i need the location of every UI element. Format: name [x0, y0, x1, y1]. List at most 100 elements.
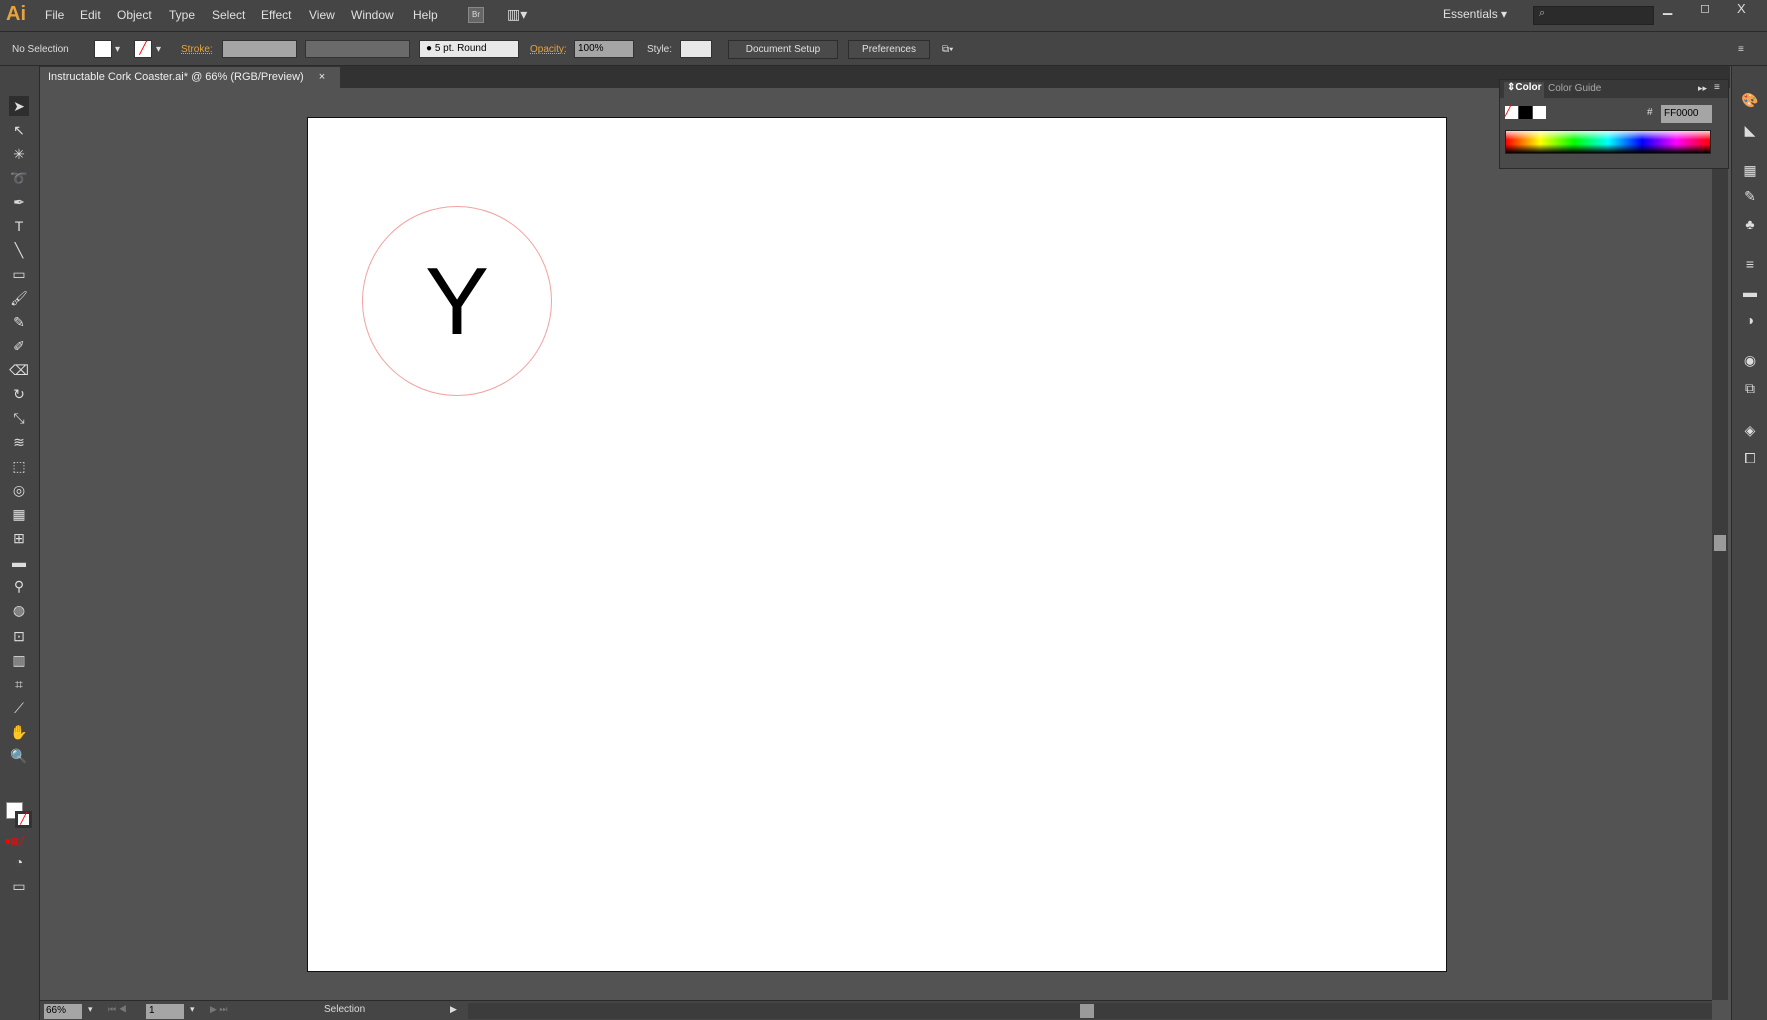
paintbrush-tool-icon[interactable]: 🖌 [9, 288, 29, 308]
blend-tool-icon[interactable]: ◍ [9, 600, 29, 620]
screen-mode-icon[interactable]: ▭ [9, 876, 29, 896]
document-tab[interactable]: Instructable Cork Coaster.ai* @ 66% (RGB… [40, 67, 340, 88]
zoom-tool-icon[interactable]: 🔍 [9, 746, 29, 766]
menu-type[interactable]: Type [169, 8, 195, 22]
vertical-scroll-thumb[interactable] [1714, 535, 1726, 551]
arrange-documents-icon[interactable]: ▥▾ [507, 6, 527, 23]
mesh-tool-icon[interactable]: ⊞ [9, 528, 29, 548]
color-tab-label: Color [1515, 82, 1542, 93]
panel-menu-icon[interactable]: ≡ [1738, 44, 1744, 55]
menu-file[interactable]: File [45, 8, 64, 22]
lasso-tool-icon[interactable]: ➰ [9, 168, 29, 188]
close-tab-icon[interactable]: × [319, 71, 325, 83]
graphic-styles-icon[interactable]: ⧉ [1741, 380, 1759, 398]
bridge-button[interactable]: Br [468, 7, 484, 23]
document-setup-button[interactable]: Document Setup [728, 40, 838, 59]
next-artboard-icon[interactable]: ▶ ⏭ [210, 1004, 228, 1015]
status-menu-icon[interactable]: ▶ [450, 1004, 457, 1015]
white-swatch[interactable] [1533, 106, 1546, 119]
stroke-swatch-none[interactable]: ╱ [134, 40, 152, 58]
none-swatch[interactable]: ╱ [1505, 106, 1518, 119]
panel-options-icon[interactable]: ≡ [1714, 82, 1720, 93]
brushes-icon[interactable]: ✎ [1741, 188, 1759, 206]
stroke-label[interactable]: Stroke: [181, 44, 213, 55]
column-graph-tool-icon[interactable]: ▥ [9, 650, 29, 670]
menu-edit[interactable]: Edit [80, 8, 101, 22]
preferences-button[interactable]: Preferences [848, 40, 930, 59]
pencil-tool-icon[interactable]: ✎ [9, 312, 29, 332]
menu-window[interactable]: Window [351, 8, 394, 22]
perspective-grid-tool-icon[interactable]: ▦ [9, 504, 29, 524]
swatches-icon[interactable]: ▦ [1741, 162, 1759, 180]
hex-input[interactable]: FF0000 [1661, 105, 1712, 123]
style-swatch[interactable] [680, 40, 712, 58]
pen-tool-icon[interactable]: ✒ [9, 192, 29, 212]
fill-swatch[interactable] [94, 40, 112, 58]
artboards-icon[interactable]: ⧠ [1741, 450, 1759, 468]
width-tool-icon[interactable]: ≋ [9, 432, 29, 452]
maximize-button[interactable]: ◻ [1700, 1, 1710, 15]
brush-definition[interactable]: ● 5 pt. Round [419, 40, 519, 58]
scale-tool-icon[interactable]: ⤡ [9, 408, 29, 428]
color-mode-buttons[interactable]: ■▦╱ [5, 836, 24, 847]
menu-object[interactable]: Object [117, 8, 152, 22]
zoom-dropdown-icon[interactable]: ▾ [88, 1004, 93, 1015]
symbols-icon[interactable]: ♣ [1741, 216, 1759, 234]
color-panel-icon[interactable]: 🎨 [1741, 92, 1759, 110]
blob-brush-tool-icon[interactable]: ✐ [9, 336, 29, 356]
zoom-field[interactable]: 66% [44, 1004, 82, 1019]
color-tab[interactable]: ⇕Color [1504, 82, 1544, 98]
menu-effect[interactable]: Effect [261, 8, 291, 22]
appearance-icon[interactable]: ◉ [1741, 352, 1759, 370]
artboard-dropdown-icon[interactable]: ▾ [190, 1004, 195, 1015]
coaster-letter[interactable]: Y [425, 248, 489, 355]
align-options-icon[interactable]: ⧉▾ [942, 44, 953, 55]
eraser-tool-icon[interactable]: ⌫ [9, 360, 29, 380]
black-swatch[interactable] [1519, 106, 1532, 119]
artboard-number-field[interactable]: 1 [146, 1004, 184, 1019]
gradient-tool-icon[interactable]: ▬ [9, 552, 29, 572]
close-window-button[interactable]: X [1737, 1, 1746, 16]
artboard-tool-icon[interactable]: ⌗ [9, 674, 29, 694]
horizontal-scroll-thumb[interactable] [1080, 1004, 1094, 1018]
variable-width-profile[interactable] [305, 40, 410, 58]
first-artboard-icon[interactable]: ⏮ ◀ [108, 1004, 127, 1015]
workspace-switcher[interactable]: Essentials ▾ [1443, 7, 1507, 21]
selection-tool-icon[interactable]: ➤ [9, 96, 29, 116]
hand-tool-icon[interactable]: ✋ [9, 722, 29, 742]
minimize-button[interactable]: ▁ [1663, 1, 1672, 15]
stroke-icon[interactable]: ≡ [1741, 256, 1759, 274]
magic-wand-tool-icon[interactable]: ✳ [9, 144, 29, 164]
current-tool-status[interactable]: Selection [324, 1004, 365, 1015]
menu-view[interactable]: View [309, 8, 335, 22]
color-guide-icon[interactable]: ◣ [1741, 122, 1759, 140]
free-transform-tool-icon[interactable]: ⬚ [9, 456, 29, 476]
coaster-circle[interactable]: Y [362, 206, 552, 396]
collapse-panel-icon[interactable]: ▸▸ [1698, 83, 1707, 94]
rectangle-tool-icon[interactable]: ▭ [9, 264, 29, 284]
search-input[interactable]: ⌕ [1533, 6, 1654, 25]
shape-builder-tool-icon[interactable]: ◎ [9, 480, 29, 500]
rotate-tool-icon[interactable]: ↻ [9, 384, 29, 404]
color-spectrum[interactable] [1505, 130, 1711, 154]
stroke-dropdown-icon[interactable]: ▾ [156, 44, 161, 55]
stroke-weight-field[interactable] [222, 40, 297, 58]
gradient-icon[interactable]: ▬ [1741, 284, 1759, 302]
color-guide-tab[interactable]: Color Guide [1548, 83, 1601, 94]
line-tool-icon[interactable]: ╲ [9, 240, 29, 260]
fill-dropdown-icon[interactable]: ▾ [115, 44, 120, 55]
layers-icon[interactable]: ◈ [1741, 422, 1759, 440]
direct-selection-tool-icon[interactable]: ↖ [9, 120, 29, 140]
slice-tool-icon[interactable]: ⟋ [9, 698, 29, 718]
opacity-field[interactable]: 100% [574, 40, 634, 58]
menu-help[interactable]: Help [413, 8, 438, 22]
transparency-icon[interactable]: ◑ [1741, 312, 1759, 330]
symbol-sprayer-tool-icon[interactable]: ⊡ [9, 626, 29, 646]
stroke-color-box[interactable]: ╱ [15, 811, 32, 828]
eyedropper-tool-icon[interactable]: ⚲ [9, 576, 29, 596]
type-tool-icon[interactable]: T [9, 216, 29, 236]
drawing-mode-icon[interactable]: ◔ [9, 852, 29, 872]
menu-select[interactable]: Select [212, 8, 245, 22]
opacity-label[interactable]: Opacity: [530, 44, 567, 55]
document-tab-title: Instructable Cork Coaster.ai* @ 66% (RGB… [48, 71, 304, 83]
